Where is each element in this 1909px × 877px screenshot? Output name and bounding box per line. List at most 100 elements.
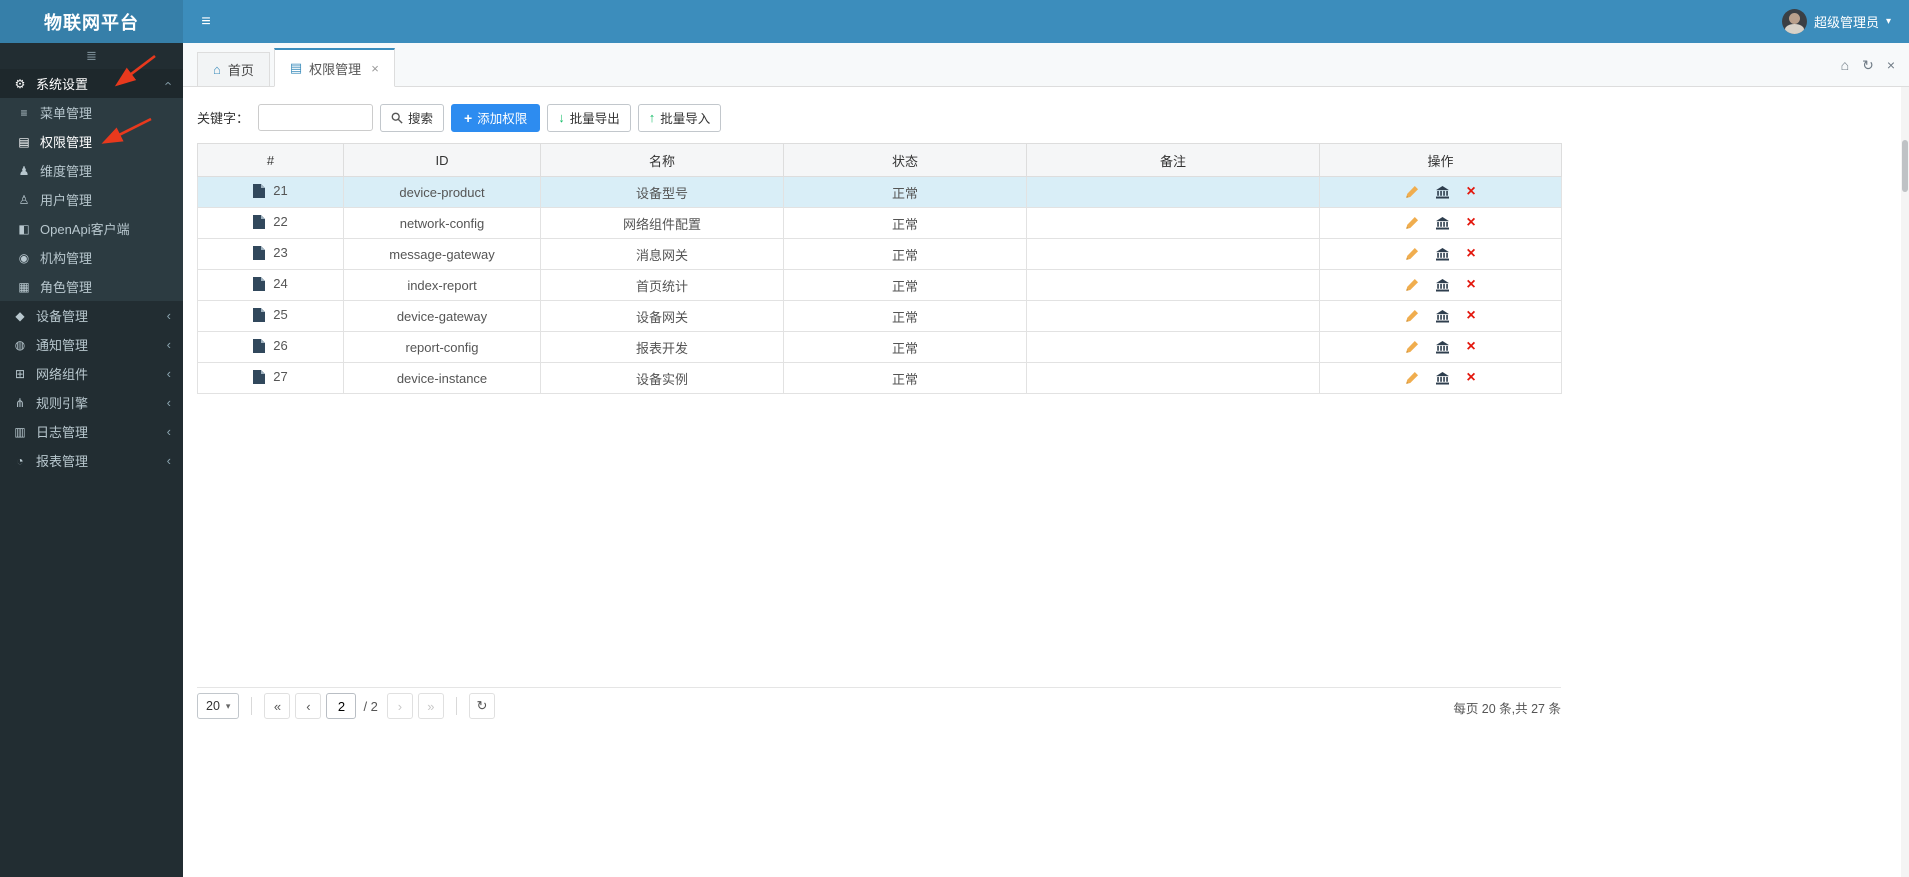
avatar bbox=[1781, 9, 1807, 34]
table-header-row: # ID 名称 状态 备注 操作 bbox=[197, 143, 1562, 177]
last-page-button[interactable]: » bbox=[417, 693, 444, 719]
sidebar-item-permission-management[interactable]: ▤ 权限管理 bbox=[0, 127, 183, 156]
batch-export-button[interactable]: ↓ 批量导出 bbox=[547, 103, 631, 132]
cell-id: index-report bbox=[343, 269, 541, 301]
column-header: 名称 bbox=[540, 143, 784, 177]
sidebar-item-report-management[interactable]: ◔ 报表管理 ‹ bbox=[0, 446, 183, 475]
edit-icon[interactable] bbox=[1405, 309, 1419, 323]
table-row[interactable]: 24 index-report 首页统计 正常 × bbox=[197, 269, 1562, 301]
add-permission-button[interactable]: + 添加权限 bbox=[451, 103, 541, 132]
sidebar-item-label: 规则引擎 bbox=[36, 396, 89, 411]
cell-index: 25 bbox=[197, 300, 344, 332]
sidebar-item-system-settings[interactable]: ⚙ 系统设置 ‹ bbox=[0, 69, 183, 98]
edit-icon[interactable] bbox=[1405, 278, 1419, 292]
sidebar-item-menu-management[interactable]: ≡ 菜单管理 bbox=[0, 98, 183, 127]
file-icon bbox=[253, 183, 266, 198]
search-button[interactable]: 搜索 bbox=[380, 103, 445, 132]
row-number: 22 bbox=[273, 214, 288, 230]
refresh-page-button[interactable]: ↻ bbox=[468, 693, 495, 719]
edit-icon[interactable] bbox=[1405, 185, 1419, 199]
pagination-bar: 20 ▾ « ‹ / 2 › » ↻ 每页 20 条,共 27 条 bbox=[197, 687, 1561, 721]
current-page-input[interactable] bbox=[326, 693, 357, 719]
delete-icon[interactable]: × bbox=[1466, 308, 1475, 324]
chevron-left-icon: ‹ bbox=[166, 308, 171, 323]
sidebar-item-label: 机构管理 bbox=[40, 251, 93, 266]
cell-id: device-instance bbox=[343, 362, 541, 394]
chevron-left-icon: ‹ bbox=[166, 453, 171, 468]
chevron-left-icon: ‹ bbox=[166, 424, 171, 439]
sidebar-item-device-management[interactable]: ◆ 设备管理 ‹ bbox=[0, 301, 183, 330]
sidebar-item-notification-management[interactable]: ◍ 通知管理 ‹ bbox=[0, 330, 183, 359]
table-row[interactable]: 23 message-gateway 消息网关 正常 × bbox=[197, 238, 1562, 270]
sidebar-item-network-components[interactable]: ⊞ 网络组件 ‹ bbox=[0, 359, 183, 388]
file-icon bbox=[253, 369, 266, 384]
chevron-up-icon: ‹ bbox=[161, 81, 177, 86]
edit-icon[interactable] bbox=[1405, 371, 1419, 385]
vertical-scrollbar[interactable] bbox=[1901, 87, 1909, 877]
sidebar-item-log-management[interactable]: ▥ 日志管理 ‹ bbox=[0, 417, 183, 446]
sidebar-item-user-management[interactable]: ♙ 用户管理 bbox=[0, 185, 183, 214]
scrollbar-thumb[interactable] bbox=[1902, 140, 1908, 192]
close-icon[interactable]: × bbox=[1887, 57, 1895, 73]
detail-icon[interactable] bbox=[1436, 309, 1450, 323]
tab-tools: ⌂ ↻ × bbox=[1841, 43, 1895, 87]
tab-permission[interactable]: ▤ 权限管理 × bbox=[273, 48, 395, 87]
delete-icon[interactable]: × bbox=[1466, 370, 1475, 386]
detail-icon[interactable] bbox=[1436, 340, 1450, 354]
table-row[interactable]: 22 network-config 网络组件配置 正常 × bbox=[197, 207, 1562, 239]
cell-remark bbox=[1026, 238, 1320, 270]
cell-id: device-gateway bbox=[343, 300, 541, 332]
user-menu[interactable]: 超级管理员 ▾ bbox=[1774, 0, 1899, 43]
delete-icon[interactable]: × bbox=[1466, 215, 1475, 231]
list-icon: ≡ bbox=[20, 105, 28, 120]
batch-import-button[interactable]: ↑ 批量导入 bbox=[637, 103, 722, 132]
table-row[interactable]: 26 report-config 报表开发 正常 × bbox=[197, 331, 1562, 363]
gear-icon: ⚙ bbox=[14, 76, 26, 91]
sidebar-item-dimension-management[interactable]: ♟ 维度管理 bbox=[0, 156, 183, 185]
client-icon: ◧ bbox=[18, 221, 30, 236]
row-number: 27 bbox=[273, 369, 288, 385]
detail-icon[interactable] bbox=[1436, 185, 1450, 199]
detail-icon[interactable] bbox=[1436, 371, 1450, 385]
detail-icon[interactable] bbox=[1436, 278, 1450, 292]
table-row[interactable]: 21 device-product 设备型号 正常 × bbox=[197, 176, 1562, 208]
keyword-input[interactable] bbox=[258, 104, 374, 131]
first-page-button[interactable]: « bbox=[264, 693, 291, 719]
next-page-button[interactable]: › bbox=[386, 693, 413, 719]
sidebar-item-role-management[interactable]: ▦ 角色管理 bbox=[0, 272, 183, 301]
cell-remark bbox=[1026, 300, 1320, 332]
edit-icon[interactable] bbox=[1405, 340, 1419, 354]
tab-label: 首页 bbox=[227, 63, 254, 78]
cell-id: message-gateway bbox=[343, 238, 541, 270]
table-row[interactable]: 25 device-gateway 设备网关 正常 × bbox=[197, 300, 1562, 332]
sidebar-item-openapi-client[interactable]: ◧ OpenApi客户端 bbox=[0, 214, 183, 243]
home-icon[interactable]: ⌂ bbox=[1841, 57, 1849, 73]
prev-page-button[interactable]: ‹ bbox=[295, 693, 322, 719]
sidebar-toggle-button[interactable]: ≡ bbox=[183, 0, 229, 43]
page-size-select[interactable]: 20 ▾ bbox=[197, 693, 240, 719]
sidebar: ≣ ⚙ 系统设置 ‹ ≡ 菜单管理 ▤ 权限管理 ♟ 维度管理 ♙ 用户管理 ◧ OpenApi客户端 ◉… bbox=[0, 43, 183, 877]
brand-logo: 物联网平台 bbox=[0, 0, 183, 43]
sidebar-item-organization-management[interactable]: ◉ 机构管理 bbox=[0, 243, 183, 272]
detail-icon[interactable] bbox=[1436, 216, 1450, 230]
delete-icon[interactable]: × bbox=[1466, 184, 1475, 200]
edit-icon[interactable] bbox=[1405, 247, 1419, 261]
permission-table-body: 21 device-product 设备型号 正常 × 22 network-config 网… bbox=[197, 176, 1562, 394]
detail-icon[interactable] bbox=[1436, 247, 1450, 261]
cell-operations: × bbox=[1319, 362, 1562, 394]
file-icon bbox=[253, 338, 266, 353]
sidebar-item-rule-engine[interactable]: ⋔ 规则引擎 ‹ bbox=[0, 388, 183, 417]
sidebar-collapse-button[interactable]: ≣ bbox=[0, 43, 183, 69]
delete-icon[interactable]: × bbox=[1466, 277, 1475, 293]
file-icon bbox=[253, 307, 266, 322]
cell-name: 设备网关 bbox=[540, 300, 784, 332]
table-row[interactable]: 27 device-instance 设备实例 正常 × bbox=[197, 362, 1562, 394]
delete-icon[interactable]: × bbox=[1466, 339, 1475, 355]
row-number: 24 bbox=[273, 276, 288, 292]
tab-close-icon[interactable]: × bbox=[371, 61, 379, 76]
delete-icon[interactable]: × bbox=[1466, 246, 1475, 262]
refresh-icon[interactable]: ↻ bbox=[1862, 57, 1874, 74]
edit-icon[interactable] bbox=[1405, 216, 1419, 230]
tab-home[interactable]: ⌂ 首页 bbox=[197, 52, 270, 87]
next-page-icon: › bbox=[397, 698, 403, 714]
